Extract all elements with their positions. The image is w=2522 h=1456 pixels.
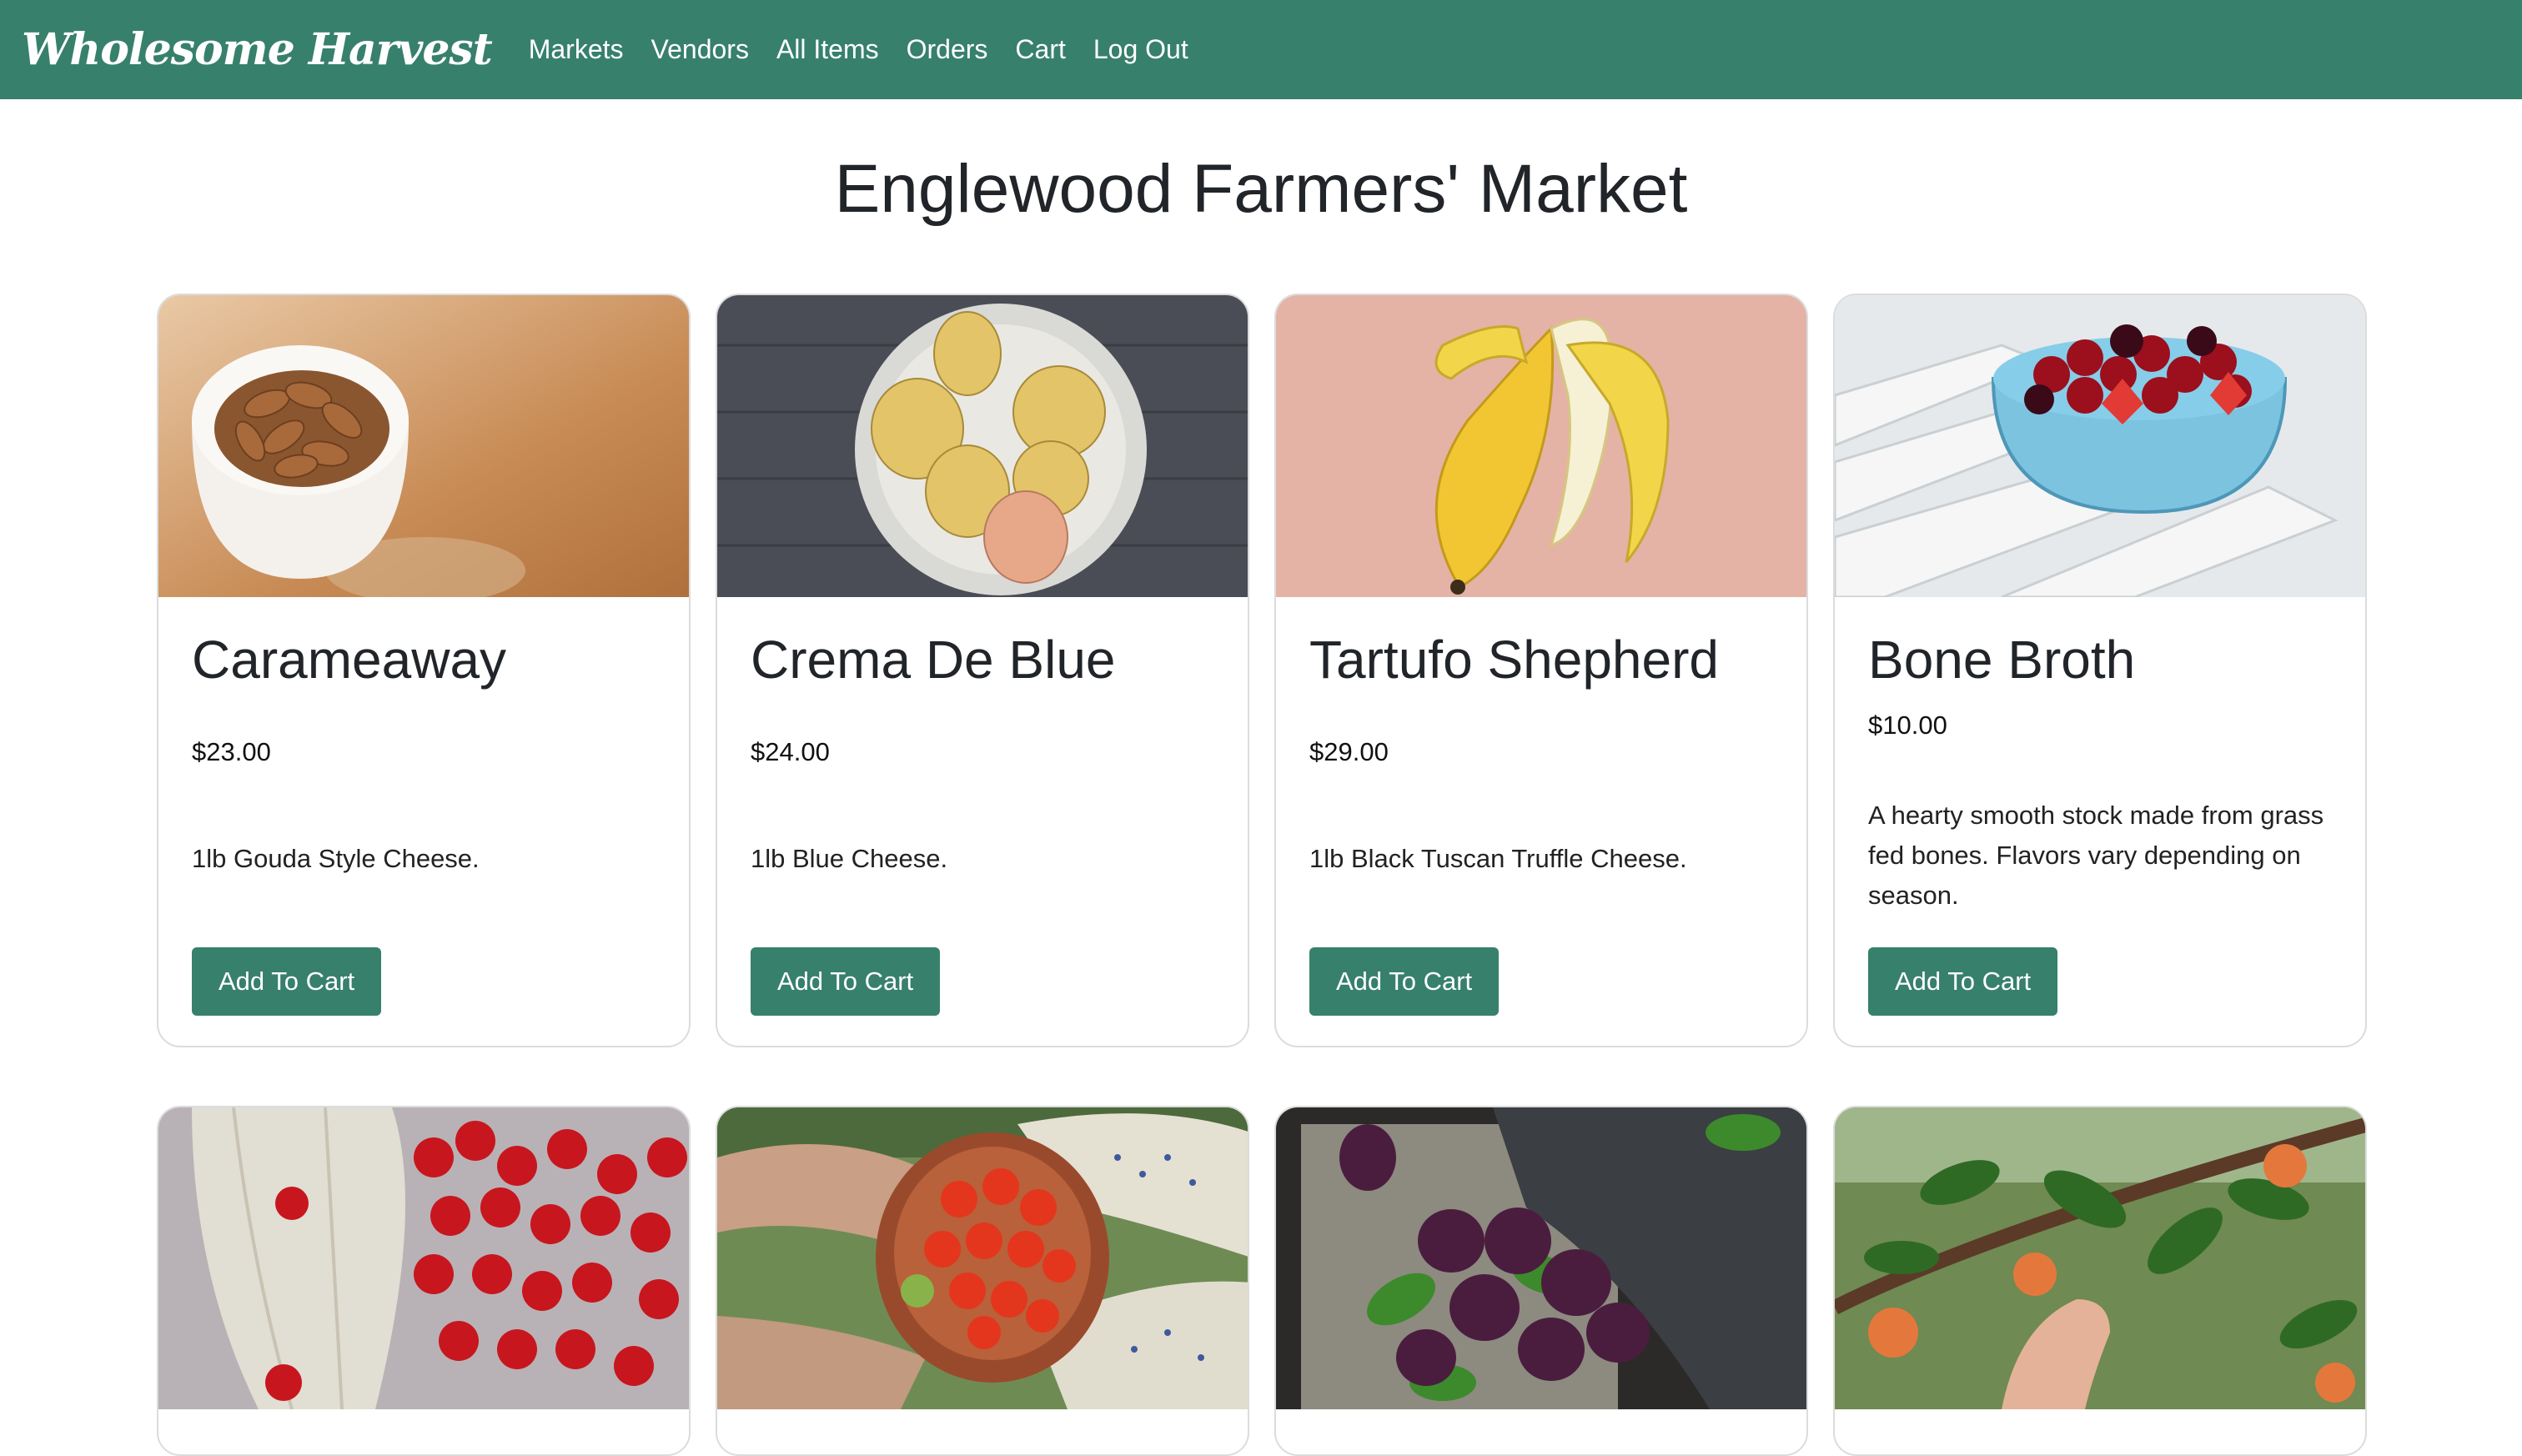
product-card bbox=[716, 1106, 1249, 1456]
product-price: $23.00 bbox=[192, 737, 271, 766]
product-image-almonds bbox=[158, 295, 689, 597]
product-name: Crema De Blue bbox=[751, 630, 1116, 690]
nav-link-markets[interactable]: Markets bbox=[529, 34, 624, 65]
product-card bbox=[157, 1106, 691, 1456]
product-image-apricots bbox=[1835, 1107, 2365, 1409]
add-to-cart-button[interactable]: Add To Cart bbox=[1309, 947, 1500, 1016]
add-to-cart-button[interactable]: Add To Cart bbox=[751, 947, 941, 1016]
product-card: Tartufo Shepherd $29.00 1lb Black Tuscan… bbox=[1274, 294, 1808, 1047]
product-image-tomatoes-hands bbox=[717, 1107, 1248, 1409]
product-name: Carameaway bbox=[192, 630, 507, 690]
product-image-pears bbox=[717, 295, 1248, 597]
product-image-banana bbox=[1276, 295, 1806, 597]
product-price: $29.00 bbox=[1309, 737, 1389, 766]
product-price: $24.00 bbox=[751, 737, 830, 766]
top-navbar: Wholesome Harvest Markets Vendors All It… bbox=[0, 0, 2522, 99]
product-card bbox=[1274, 1106, 1808, 1456]
product-name: Tartufo Shepherd bbox=[1309, 630, 1719, 690]
product-card: Carameaway $23.00 1lb Gouda Style Cheese… bbox=[157, 294, 691, 1047]
product-card bbox=[1833, 1106, 2367, 1456]
product-name: Bone Broth bbox=[1868, 630, 2136, 690]
product-description: A hearty smooth stock made from grass fe… bbox=[1868, 801, 2324, 910]
nav-link-log-out[interactable]: Log Out bbox=[1093, 34, 1188, 65]
product-description: 1lb Gouda Style Cheese. bbox=[192, 844, 480, 873]
page-title: Englewood Farmers' Market bbox=[834, 151, 1688, 227]
brand-logo[interactable]: Wholesome Harvest bbox=[22, 24, 493, 75]
product-description: 1lb Blue Cheese. bbox=[751, 844, 948, 873]
nav-link-orders[interactable]: Orders bbox=[907, 34, 988, 65]
product-card: Bone Broth $10.00 A hearty smooth stock … bbox=[1833, 294, 2367, 1047]
nav-link-all-items[interactable]: All Items bbox=[776, 34, 879, 65]
product-image-plums bbox=[1276, 1107, 1806, 1409]
product-price: $10.00 bbox=[1868, 710, 1947, 740]
product-card: Crema De Blue $24.00 1lb Blue Cheese. Ad… bbox=[716, 294, 1249, 1047]
add-to-cart-button[interactable]: Add To Cart bbox=[192, 947, 382, 1016]
product-image-cherries-cloth bbox=[158, 1107, 689, 1409]
nav-link-vendors[interactable]: Vendors bbox=[651, 34, 749, 65]
nav-link-cart[interactable]: Cart bbox=[1015, 34, 1065, 65]
add-to-cart-button[interactable]: Add To Cart bbox=[1868, 947, 2058, 1016]
product-image-cherries-bowl bbox=[1835, 295, 2365, 597]
product-description: 1lb Black Tuscan Truffle Cheese. bbox=[1309, 844, 1687, 873]
